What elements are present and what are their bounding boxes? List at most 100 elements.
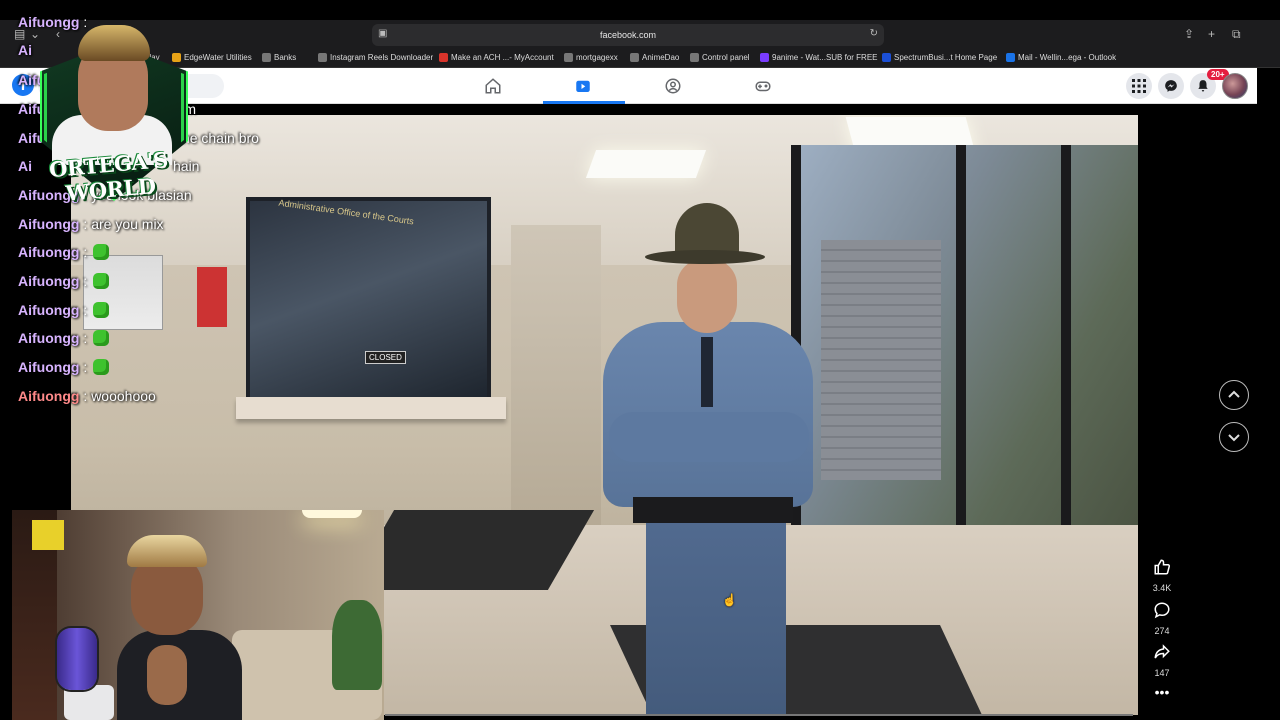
share-icon[interactable]: ⇪ xyxy=(1184,27,1194,41)
chat-username: Aifuongg xyxy=(18,273,80,289)
chat-text: : wooohooo xyxy=(83,388,156,404)
chat-username: Aifuongg xyxy=(18,359,80,375)
like-count: 3.4K xyxy=(1152,583,1172,593)
chat-message: Aifuongg: xyxy=(18,359,110,375)
profile-avatar[interactable] xyxy=(1222,73,1248,99)
video-progress-bar[interactable] xyxy=(385,714,1133,716)
active-tab-indicator xyxy=(543,101,625,104)
menu-grid-icon[interactable] xyxy=(1126,73,1152,99)
logo-hair xyxy=(78,25,150,61)
chat-emote-icon xyxy=(93,359,110,375)
new-tab-icon[interactable]: + xyxy=(1208,27,1215,41)
bookmark-label: Make an ACH ...- MyAccount xyxy=(451,53,554,62)
bookmark-item[interactable]: SpectrumBusi...t Home Page xyxy=(882,53,997,62)
chat-emote-icon xyxy=(93,244,110,260)
tab-overview-icon[interactable]: ⧉ xyxy=(1232,27,1241,41)
bookmark-favicon-icon xyxy=(262,53,271,62)
bookmark-item[interactable]: Instagram Reels Downloader xyxy=(318,53,433,62)
bookmark-favicon-icon xyxy=(760,53,769,62)
groups-icon[interactable] xyxy=(662,75,684,97)
address-url: facebook.com xyxy=(599,30,657,40)
bookmark-label: Instagram Reels Downloader xyxy=(330,53,434,62)
mic-arm xyxy=(64,685,114,720)
chat-text: : xyxy=(83,330,88,346)
chat-text: : xyxy=(83,244,88,260)
mouse-cursor-icon: ☝ xyxy=(722,593,737,607)
chat-text: : xyxy=(83,359,88,375)
trooper-hat-brim xyxy=(645,250,765,264)
ortegas-world-logo: ORTEGA'S WORLD xyxy=(22,15,197,206)
trooper-tie xyxy=(701,337,713,407)
chat-username: Aifuongg xyxy=(18,216,80,232)
streamer-hands xyxy=(147,645,187,705)
like-action[interactable]: 3.4K xyxy=(1142,558,1182,593)
address-bar[interactable]: ▣ facebook.com ↻ xyxy=(372,24,884,46)
home-icon[interactable] xyxy=(482,75,504,97)
bookmark-label: Mail - Wellin...ega - Outlook xyxy=(1018,53,1117,62)
bookmark-label: Control panel xyxy=(702,53,750,62)
chat-message: Aifuongg: xyxy=(18,244,110,260)
chat-username: Aifuongg xyxy=(18,388,80,404)
streamer-hair xyxy=(127,535,207,567)
like-icon[interactable] xyxy=(1153,558,1171,576)
page-menu-icon[interactable]: ▣ xyxy=(378,28,387,39)
reload-icon[interactable]: ↻ xyxy=(870,28,878,39)
bookmark-item[interactable]: Banks xyxy=(262,53,296,62)
office-sign: Administrative Office of the Courts xyxy=(277,197,415,227)
chat-message: Aifuongg: are you mix xyxy=(18,216,164,232)
previous-reel-button[interactable] xyxy=(1219,380,1249,410)
webcam-lamp xyxy=(302,510,362,518)
wall-poster xyxy=(197,267,227,327)
comment-icon[interactable] xyxy=(1153,601,1171,619)
bookmark-label: 9anime - Wat...SUB for FREE xyxy=(772,53,878,62)
trooper-arms xyxy=(609,412,809,462)
chat-message: Aifuongg: xyxy=(18,330,110,346)
bookmark-item[interactable]: AnimeDao xyxy=(630,53,679,62)
share-arrow-icon[interactable] xyxy=(1153,643,1171,661)
wall-poster xyxy=(83,255,163,330)
webcam-plant xyxy=(332,600,382,690)
bookmark-favicon-icon xyxy=(630,53,639,62)
chat-username: Aifuongg xyxy=(18,244,80,260)
video-icon[interactable] xyxy=(572,75,594,97)
comment-count: 274 xyxy=(1154,626,1170,636)
chat-username: Aifuongg xyxy=(18,302,80,318)
trooper-legs xyxy=(646,522,786,715)
webcam-sign xyxy=(32,520,64,550)
closed-sign: CLOSED xyxy=(365,351,406,364)
bookmark-favicon-icon xyxy=(318,53,327,62)
bookmark-label: mortgagexx xyxy=(576,53,618,62)
share-action[interactable]: 147 xyxy=(1142,643,1182,678)
chat-text: : xyxy=(83,273,88,289)
bookmark-item[interactable]: 9anime - Wat...SUB for FREE xyxy=(760,53,878,62)
bookmark-favicon-icon xyxy=(690,53,699,62)
webcam-feed xyxy=(12,510,384,720)
next-reel-button[interactable] xyxy=(1219,422,1249,452)
office-window: Administrative Office of the Courts CLOS… xyxy=(246,197,491,402)
gaming-icon[interactable] xyxy=(752,75,774,97)
ceiling-light xyxy=(585,150,707,178)
bookmark-item[interactable]: Control panel xyxy=(690,53,750,62)
bookmark-label: AnimeDao xyxy=(642,53,680,62)
bookmark-label: SpectrumBusi...t Home Page xyxy=(894,53,998,62)
office-counter xyxy=(236,397,506,419)
chat-message: Aifuongg: wooohooo xyxy=(18,388,156,404)
trooper-belt xyxy=(633,497,793,523)
bookmark-item[interactable]: mortgagexx xyxy=(564,53,618,62)
chat-message: Aifuongg: xyxy=(18,273,110,289)
trooper-face xyxy=(677,259,737,333)
more-options-icon[interactable]: ••• xyxy=(1142,684,1182,700)
comment-action[interactable]: 274 xyxy=(1142,601,1182,636)
share-count: 147 xyxy=(1154,668,1170,678)
bookmark-item[interactable]: Make an ACH ...- MyAccount xyxy=(439,53,554,62)
bookmark-favicon-icon xyxy=(564,53,573,62)
state-trooper xyxy=(581,197,841,715)
trooper-hat xyxy=(675,203,739,257)
chat-text: : xyxy=(83,302,88,318)
chat-username: Aifuongg xyxy=(18,330,80,346)
bookmark-label: Banks xyxy=(274,53,297,62)
bookmark-item[interactable]: Mail - Wellin...ega - Outlook xyxy=(1006,53,1116,62)
bookmark-favicon-icon xyxy=(439,53,448,62)
messenger-icon[interactable] xyxy=(1158,73,1184,99)
screen: ▤ ⌄ ‹ ▣ facebook.com ↻ ⇪ + ⧉ Play EdgeWat… xyxy=(0,0,1280,720)
